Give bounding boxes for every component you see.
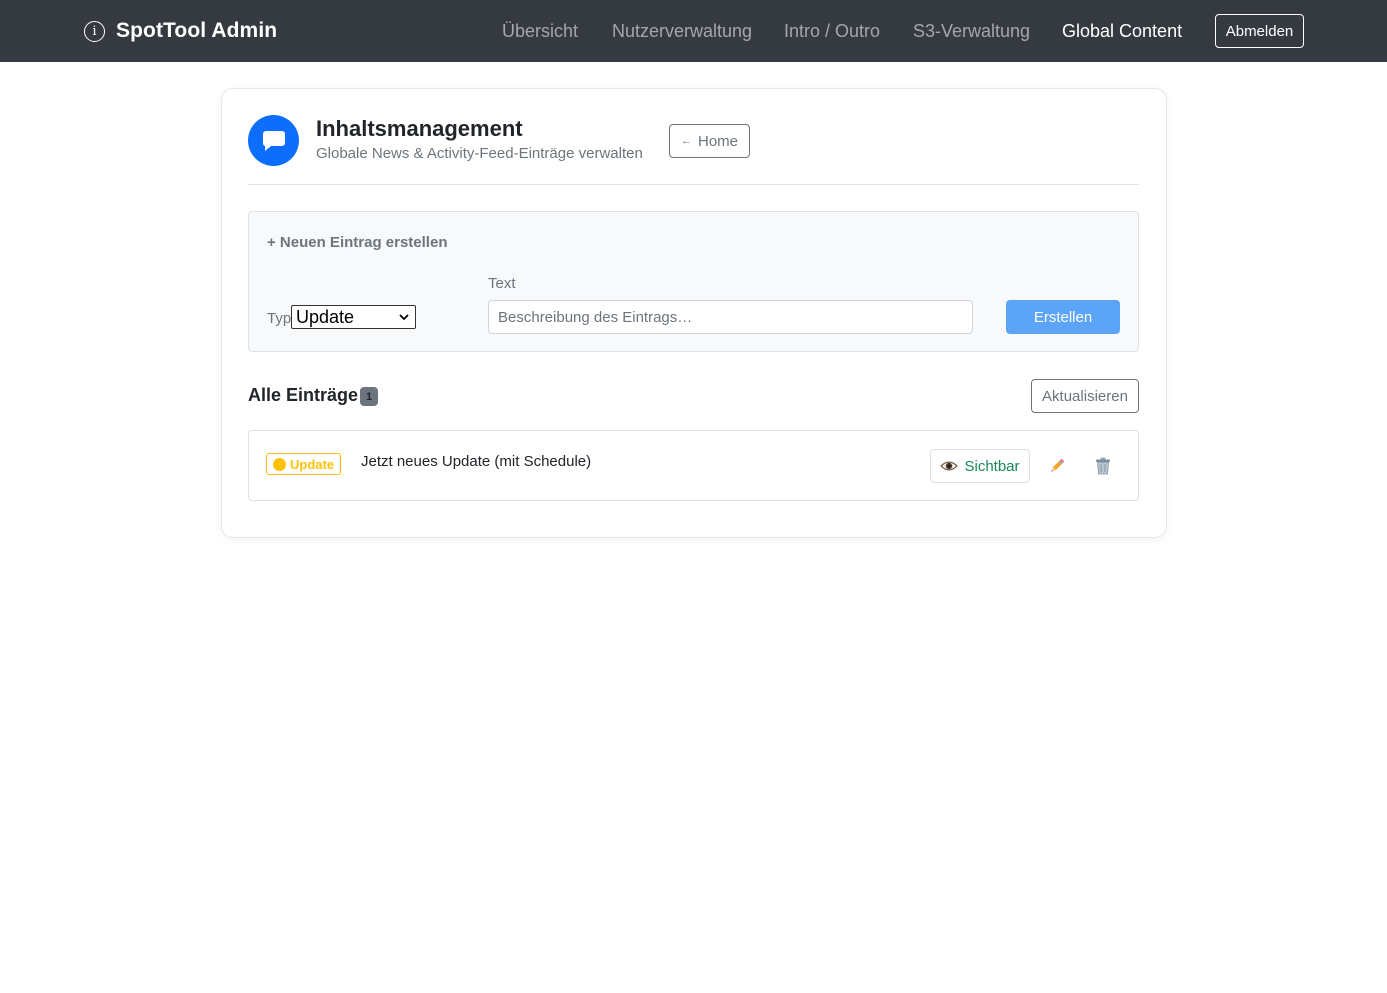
text-label: Text bbox=[488, 275, 516, 292]
text-input[interactable] bbox=[488, 300, 973, 334]
type-select[interactable]: Update bbox=[291, 305, 416, 329]
pencil-icon bbox=[1051, 458, 1065, 472]
visibility-label: Sichtbar bbox=[964, 457, 1020, 475]
entries-title: Alle Einträge bbox=[248, 385, 359, 405]
home-button[interactable]: ← Home bbox=[669, 124, 750, 158]
page-title: Inhaltsmanagement bbox=[316, 116, 523, 141]
entries-count-badge: 1 bbox=[360, 387, 378, 406]
entry-text: Jetzt neues Update (mit Schedule) bbox=[361, 453, 592, 470]
home-button-label: Home bbox=[697, 132, 738, 150]
create-entry-title: + Neuen Eintrag erstellen bbox=[267, 234, 448, 251]
trash-icon bbox=[1096, 457, 1110, 475]
create-entry-panel: + Neuen Eintrag erstellen Typ Update Tex… bbox=[248, 211, 1139, 352]
info-circle-icon: i bbox=[84, 20, 105, 42]
brand[interactable]: i SpotTool Admin bbox=[84, 17, 277, 45]
list-item: Update Jetzt neues Update (mit Schedule)… bbox=[248, 430, 1139, 501]
nav-link-s3-verwaltung[interactable]: S3-Verwaltung bbox=[913, 20, 1030, 42]
edit-button[interactable] bbox=[1044, 453, 1070, 479]
entry-type-label: Update bbox=[290, 456, 335, 472]
visibility-toggle-button[interactable]: Sichtbar bbox=[930, 449, 1030, 483]
create-button[interactable]: Erstellen bbox=[1006, 300, 1120, 334]
logout-button[interactable]: Abmelden bbox=[1215, 14, 1304, 48]
chevron-down-icon bbox=[399, 314, 409, 321]
content-management-card: Inhaltsmanagement Globale News & Activit… bbox=[221, 88, 1167, 538]
yellow-circle-icon bbox=[273, 457, 286, 471]
entry-type-badge: Update bbox=[266, 453, 342, 475]
type-label: Typ bbox=[267, 310, 292, 327]
brand-title: SpotTool Admin bbox=[116, 19, 278, 42]
top-navbar: i SpotTool Admin Übersicht Nutzerverwalt… bbox=[0, 0, 1387, 62]
eye-icon bbox=[940, 461, 959, 471]
nav-link-intro-outro[interactable]: Intro / Outro bbox=[784, 20, 880, 42]
nav-link-nutzerverwaltung[interactable]: Nutzerverwaltung bbox=[612, 20, 752, 42]
refresh-button[interactable]: Aktualisieren bbox=[1031, 379, 1139, 413]
nav-link-global-content[interactable]: Global Content bbox=[1062, 20, 1182, 42]
chat-bubble-icon bbox=[248, 115, 299, 166]
delete-button[interactable] bbox=[1090, 453, 1116, 479]
header-divider bbox=[248, 184, 1139, 185]
arrow-left-icon: ← bbox=[680, 135, 692, 147]
page-subtitle: Globale News & Activity-Feed-Einträge ve… bbox=[316, 145, 643, 162]
nav-link-uebersicht[interactable]: Übersicht bbox=[502, 20, 578, 42]
type-select-value: Update bbox=[296, 306, 355, 327]
